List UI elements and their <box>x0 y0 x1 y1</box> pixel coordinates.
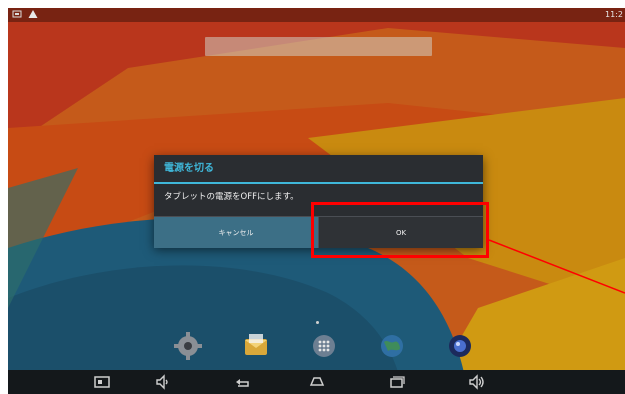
app-drawer-icon[interactable] <box>308 330 340 362</box>
settings-icon[interactable] <box>172 330 204 362</box>
status-time: 11:2 <box>605 10 623 19</box>
browser-icon[interactable] <box>376 330 408 362</box>
home-icon[interactable] <box>308 373 326 391</box>
page-indicator <box>316 321 319 324</box>
camera-icon[interactable] <box>444 330 476 362</box>
screenshot-nav-icon[interactable] <box>93 373 111 391</box>
dialog-title: 電源を切る <box>164 163 214 174</box>
volume-down-icon[interactable] <box>154 373 172 391</box>
recent-apps-icon[interactable] <box>388 373 406 391</box>
dialog-divider <box>154 182 483 184</box>
status-icons <box>12 9 38 19</box>
email-icon[interactable] <box>240 330 272 362</box>
screenshot-icon <box>12 10 22 18</box>
navigation-bar <box>8 370 625 394</box>
status-bar: 11:2 <box>8 8 625 22</box>
back-icon[interactable] <box>234 373 252 391</box>
dock <box>158 330 478 364</box>
volume-up-icon[interactable] <box>468 373 486 391</box>
tablet-screen: 11:2 電源を切る タブレットの電源をOFFにします。 キャンセル OK <box>8 8 625 394</box>
dialog-message: タブレットの電源をOFFにします。 <box>164 192 299 202</box>
highlight-box <box>311 202 489 258</box>
search-bar[interactable] <box>205 37 432 56</box>
warning-icon <box>28 10 38 18</box>
cancel-button[interactable]: キャンセル <box>154 217 318 248</box>
